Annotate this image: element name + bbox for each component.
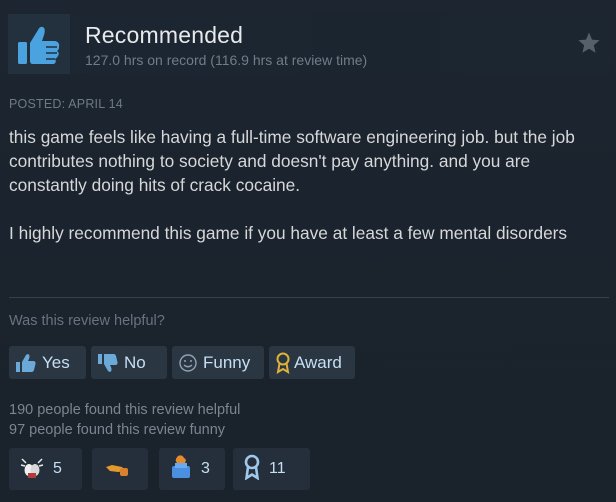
review-card: Recommended 127.0 hrs on record (116.9 h… bbox=[0, 0, 616, 502]
review-paragraph: this game feels like having a full-time … bbox=[9, 127, 575, 195]
recommended-badge bbox=[8, 14, 70, 74]
award-count: 3 bbox=[201, 460, 210, 477]
recommendation-title: Recommended bbox=[85, 22, 244, 48]
helpful-question: Was this review helpful? bbox=[9, 313, 165, 329]
clapping-award-icon bbox=[19, 455, 45, 484]
award-hot-take[interactable] bbox=[92, 448, 148, 490]
funny-count: 97 people found this review funny bbox=[9, 422, 226, 438]
review-paragraph: I highly recommend this game if you have… bbox=[9, 223, 568, 243]
divider bbox=[9, 297, 609, 298]
hours-on-record: 127.0 hrs on record (116.9 hrs at review… bbox=[85, 52, 368, 68]
no-label: No bbox=[124, 352, 146, 372]
award-mind-blown[interactable]: 3 bbox=[159, 448, 225, 490]
yes-button[interactable]: Yes bbox=[9, 346, 86, 379]
award-button[interactable]: Award bbox=[269, 346, 355, 379]
award-ribbon-icon bbox=[275, 352, 291, 374]
ribbon-award-icon bbox=[243, 454, 261, 485]
smiley-icon bbox=[178, 353, 198, 373]
helpful-count: 190 people found this review helpful bbox=[9, 402, 241, 418]
thumbs-down-icon bbox=[97, 353, 119, 373]
funny-label: Funny bbox=[203, 352, 251, 372]
review-body: this game feels like having a full-time … bbox=[9, 125, 604, 245]
award-count: 11 bbox=[269, 460, 286, 477]
award-ribbon[interactable]: 11 bbox=[233, 448, 310, 490]
review-header: Recommended 127.0 hrs on record (116.9 h… bbox=[8, 14, 611, 74]
yes-label: Yes bbox=[42, 352, 70, 372]
award-count: 5 bbox=[53, 460, 62, 477]
star-icon[interactable] bbox=[577, 31, 601, 55]
thumbs-up-icon bbox=[15, 353, 37, 373]
no-button[interactable]: No bbox=[91, 346, 167, 379]
review-counts: 190 people found this review helpful 97 … bbox=[9, 400, 240, 440]
posted-date: POSTED: APRIL 14 bbox=[9, 97, 123, 111]
hot-take-award-icon bbox=[102, 455, 132, 484]
award-label: Award bbox=[294, 352, 342, 372]
funny-button[interactable]: Funny bbox=[172, 346, 264, 379]
mind-blown-award-icon bbox=[169, 454, 193, 485]
award-clapping[interactable]: 5 bbox=[9, 448, 82, 490]
thumbs-up-icon bbox=[18, 26, 60, 64]
